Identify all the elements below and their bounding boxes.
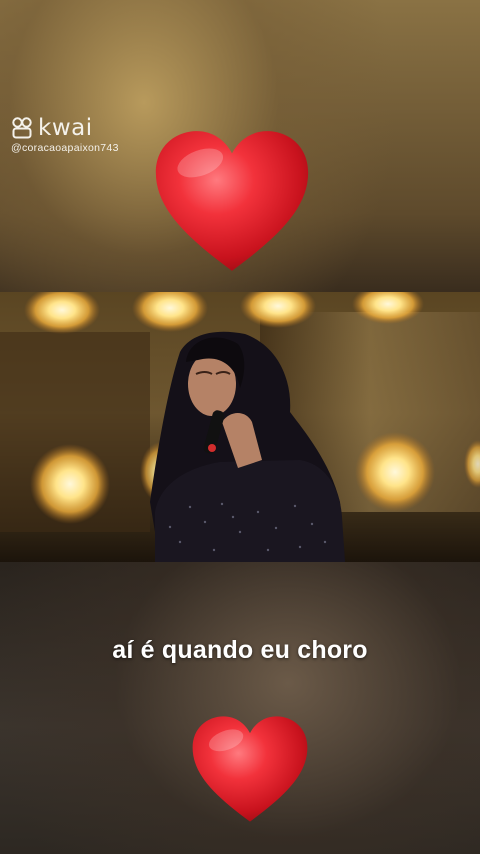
kwai-watermark: kwai @coracaoapaixon743: [11, 116, 123, 155]
heart-icon: [155, 131, 309, 271]
kwai-logo-icon: [12, 117, 32, 139]
subtitle-caption: aí é quando eu choro: [112, 636, 368, 664]
video-screen[interactable]: kwai @coracaoapaixon743 aí é quando eu c…: [0, 0, 480, 854]
kwai-brand-name: kwai: [38, 115, 93, 141]
kwai-brand-row: kwai: [11, 116, 123, 140]
heart-icon: [192, 716, 308, 822]
video-frame-image: [0, 292, 480, 562]
video-player[interactable]: [0, 292, 480, 562]
kwai-user-handle: @coracaoapaixon743: [11, 142, 119, 154]
